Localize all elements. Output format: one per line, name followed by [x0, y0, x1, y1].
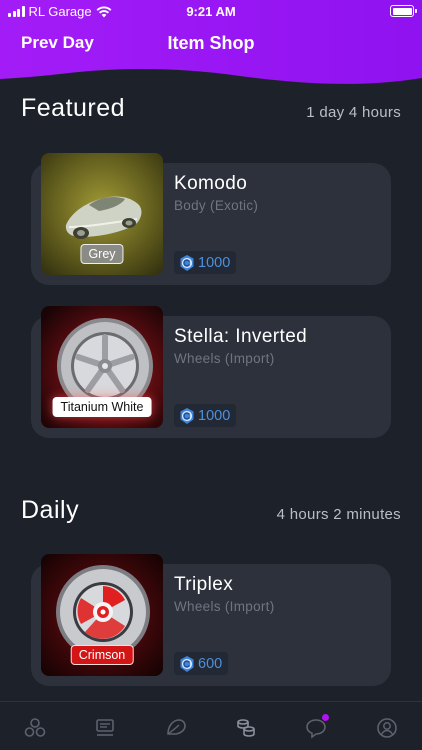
shop-icon: [237, 719, 255, 737]
item-name: Komodo: [174, 173, 248, 194]
items-icon: [24, 718, 46, 737]
tab-trades[interactable]: [93, 716, 117, 740]
paint-badge: Crimson: [70, 645, 134, 665]
featured-title: Featured: [21, 94, 126, 122]
item-thumbnail: Grey: [41, 153, 163, 275]
page-title: Item Shop: [167, 33, 255, 53]
item-type: Wheels (Import): [174, 351, 275, 366]
trades-icon: [96, 719, 115, 736]
price-tag: 600: [174, 652, 229, 675]
credits-icon: [180, 655, 194, 672]
tab-garage[interactable]: [164, 716, 188, 740]
price-value: 600: [198, 655, 223, 672]
paint-badge: Titanium White: [52, 397, 152, 417]
price-tag: 1000: [174, 251, 237, 274]
battery-icon: [390, 5, 417, 17]
daily-timer: 4 hours 2 minutes: [276, 506, 401, 523]
credits-icon: [180, 407, 194, 424]
status-bar: RL Garage 9:21 AM: [0, 0, 422, 24]
tab-shop[interactable]: [234, 716, 258, 740]
status-time: 9:21 AM: [186, 4, 236, 19]
item-type: Body (Exotic): [174, 198, 259, 213]
profile-icon: [376, 718, 397, 738]
price-value: 1000: [198, 407, 231, 424]
garage-icon: [167, 719, 186, 735]
price-tag: 1000: [174, 404, 237, 427]
item-thumbnail: Crimson: [41, 554, 163, 676]
tab-profile[interactable]: [375, 716, 399, 740]
tab-bar: [0, 701, 422, 750]
daily-title: Daily: [21, 496, 80, 524]
item-type: Wheels (Import): [174, 599, 275, 614]
featured-timer: 1 day 4 hours: [306, 104, 401, 121]
status-right: [390, 4, 417, 17]
item-name: Triplex: [174, 574, 234, 595]
price-value: 1000: [198, 254, 231, 271]
paint-badge: Grey: [80, 244, 124, 264]
item-name: Stella: Inverted: [174, 326, 308, 347]
credits-icon: [180, 254, 194, 271]
item-card-komodo[interactable]: Grey Komodo Body (Exotic) 1000: [31, 153, 391, 285]
tab-messages[interactable]: [304, 714, 330, 740]
item-thumbnail: Titanium White: [41, 306, 163, 428]
header: RL Garage 9:21 AM Prev Day Item Shop: [0, 0, 422, 92]
item-card-stella-inverted[interactable]: Titanium White Stella: Inverted Wheels (…: [31, 306, 391, 438]
item-card-triplex[interactable]: Crimson Triplex Wheels (Import) 600: [31, 554, 391, 686]
tab-items[interactable]: [23, 716, 47, 740]
